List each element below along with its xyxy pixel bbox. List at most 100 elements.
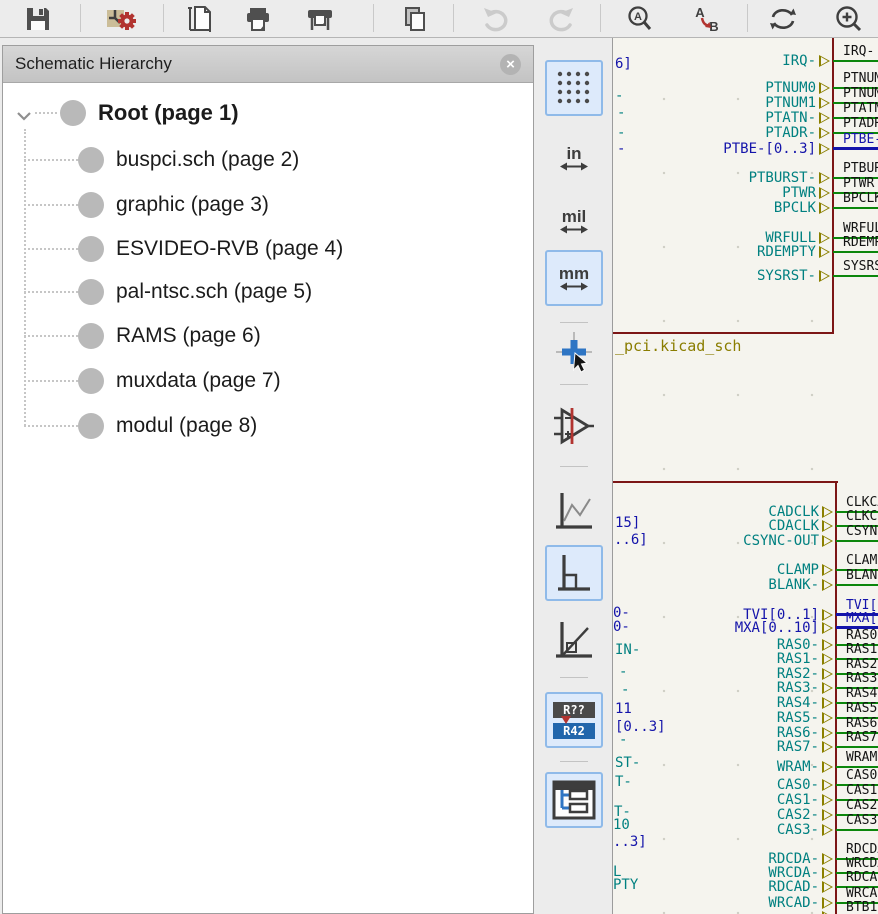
print-icon (244, 5, 272, 33)
annotate-symbols-button[interactable]: R?? R42 (545, 692, 603, 748)
toolbar-separator (560, 384, 588, 385)
toolbar-separator (560, 322, 588, 323)
hierarchy-navigator-icon (552, 780, 596, 820)
lines-45-icon (554, 620, 594, 660)
units-mm-button[interactable]: mm (545, 250, 603, 306)
top-toolbar: A AB (0, 0, 878, 38)
save-icon (24, 5, 52, 33)
lines-any-angle-icon (554, 491, 594, 531)
tree-item[interactable]: graphic (page 3) (24, 183, 269, 227)
double-arrow-icon (559, 225, 589, 234)
clipped-label-fragment: 6] (615, 56, 632, 72)
grid-visibility-button[interactable] (545, 60, 603, 116)
plot-button[interactable] (298, 1, 342, 37)
lines-45-degree-button[interactable] (545, 612, 603, 668)
toolbar-separator (600, 4, 601, 32)
svg-text:A: A (695, 5, 705, 20)
schematic-setup-icon (106, 5, 136, 33)
zoom-in-icon (834, 4, 864, 34)
lines-any-angle-button[interactable] (545, 483, 603, 539)
tree-connector (35, 112, 57, 114)
clipped-label-fragment: 11 (615, 701, 632, 717)
chevron-down-icon[interactable] (16, 108, 32, 126)
double-arrow-icon (559, 162, 589, 171)
clipped-label-fragment: 10 (613, 817, 630, 833)
refresh-button[interactable] (761, 1, 805, 37)
clipped-label-fragment: T- (615, 774, 632, 790)
clipped-label-fragment: 15] (615, 515, 640, 531)
tree-item[interactable]: buspci.sch (page 2) (24, 138, 299, 182)
svg-text:B: B (709, 19, 718, 33)
hierarchy-navigator-button[interactable] (545, 772, 603, 828)
units-mm-label: mm (559, 265, 589, 282)
tree-item[interactable]: pal-ntsc.sch (page 5) (24, 270, 312, 314)
tree-item-label: graphic (page 3) (116, 193, 269, 217)
panel-title-bar[interactable]: Schematic Hierarchy × (3, 46, 533, 83)
find-icon: A (625, 5, 655, 33)
clipped-label-fragment: - (619, 732, 627, 748)
paste-icon (401, 5, 429, 33)
find-button[interactable]: A (618, 1, 662, 37)
schematic-hierarchy-panel: Schematic Hierarchy × Root (page 1) busp… (2, 45, 534, 914)
tree-item[interactable]: RAMS (page 6) (24, 314, 261, 358)
find-replace-button[interactable]: AB (685, 1, 729, 37)
undo-icon (482, 5, 512, 33)
left-toolbar: in mil mm R?? R42 (536, 38, 612, 914)
tree-item-label: Root (page 1) (98, 100, 239, 126)
tree-connector (24, 335, 78, 337)
lines-horizontal-vertical-button[interactable] (545, 545, 603, 601)
page-settings-icon (186, 5, 214, 33)
tree-connector (24, 248, 78, 250)
crosshair-cursor-button[interactable] (545, 330, 603, 378)
toolbar-separator (453, 4, 454, 32)
schematic-setup-button[interactable] (99, 1, 143, 37)
clipped-label-fragment: ..6] (614, 532, 648, 548)
units-mils-button[interactable]: mil (545, 197, 603, 245)
clipped-label-fragment: - (617, 105, 625, 121)
tree-connector (24, 291, 78, 293)
sheet-bullet-icon (78, 279, 104, 305)
clipped-label-fragment: - (619, 664, 627, 680)
print-button[interactable] (236, 1, 280, 37)
sheet-bullet-icon (78, 192, 104, 218)
toolbar-separator (560, 466, 588, 467)
clipped-label-fragment: ST- (615, 755, 640, 771)
sheet-bullet-icon (78, 323, 104, 349)
redo-button[interactable] (538, 1, 582, 37)
double-arrow-icon (559, 282, 589, 291)
lines-hv-icon (554, 553, 594, 593)
sheet-bullet-icon (60, 100, 86, 126)
simulator-button[interactable] (545, 398, 603, 454)
tree-item[interactable]: Root (page 1) (60, 91, 239, 135)
tree-item[interactable]: ESVIDEO-RVB (page 4) (24, 227, 343, 271)
clipped-label-fragment: - (617, 141, 625, 157)
undo-button[interactable] (475, 1, 519, 37)
paste-button[interactable] (393, 1, 437, 37)
tree-item[interactable]: muxdata (page 7) (24, 359, 281, 403)
toolbar-separator (560, 677, 588, 678)
toolbar-separator (80, 4, 81, 32)
plot-icon (306, 5, 334, 33)
sheet-bullet-icon (78, 368, 104, 394)
tree-item[interactable]: modul (page 8) (24, 404, 257, 448)
tree-connector (24, 204, 78, 206)
annotate-icon: R?? R42 (553, 702, 595, 739)
units-inches-button[interactable]: in (545, 134, 603, 182)
crosshair-cursor-icon (554, 332, 594, 376)
close-icon[interactable]: × (500, 54, 521, 75)
toolbar-separator (747, 4, 748, 32)
clipped-label-fragment: PTY (613, 877, 638, 893)
units-inches-label: in (566, 145, 581, 162)
schematic-canvas[interactable]: _pci.kicad_sch IRQ- IRQ- PTNUM0 PTNUM0 P… (612, 38, 878, 914)
clipped-label-fragment: - (615, 88, 623, 104)
page-settings-button[interactable] (178, 1, 222, 37)
save-button[interactable] (16, 1, 60, 37)
zoom-in-button[interactable] (827, 1, 871, 37)
tree-item-label: ESVIDEO-RVB (page 4) (116, 237, 343, 261)
tree-item-label: buspci.sch (page 2) (116, 148, 299, 172)
toolbar-separator (163, 4, 164, 32)
toolbar-separator (560, 761, 588, 762)
clipped-label-fragment: ..3] (613, 834, 647, 850)
units-mils-label: mil (562, 208, 587, 225)
clipped-text-fragments: 6] - - - - 15] ..6] 0- 0- IN- - - 11 [0.… (613, 38, 878, 914)
